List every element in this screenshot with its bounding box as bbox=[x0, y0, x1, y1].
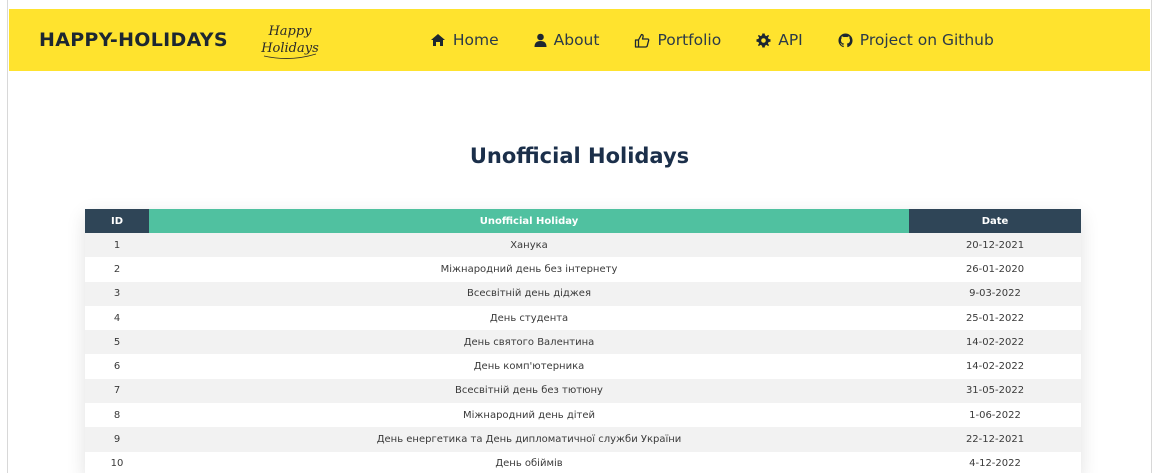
nav-home-label: Home bbox=[452, 31, 499, 49]
table-row: 8 Міжнародний день дітей 1-06-2022 bbox=[85, 403, 1081, 428]
cell-date: 14-02-2022 bbox=[909, 354, 1081, 379]
nav-links: Home About Portfolio API Project on Gith… bbox=[430, 31, 994, 49]
cell-holiday: День студента bbox=[149, 305, 909, 331]
cell-id: 6 bbox=[85, 354, 149, 379]
table-row: 10 День обіймів 4-12-2022 bbox=[85, 451, 1081, 473]
table-row: 1 Ханука 20-12-2021 bbox=[85, 233, 1081, 258]
gear-icon bbox=[756, 33, 771, 47]
table-row: 7 Всесвітній день без тютюну 31-05-2022 bbox=[85, 378, 1081, 404]
table-header-row: ID Unofficial Holiday Date bbox=[85, 209, 1081, 233]
table-body: 1 Ханука 20-12-2021 2 Міжнародний день без і… bbox=[85, 233, 1081, 473]
nav-home[interactable]: Home bbox=[430, 31, 499, 49]
cell-date: 20-12-2021 bbox=[909, 233, 1081, 258]
github-icon bbox=[838, 32, 853, 47]
thumbs-up-icon bbox=[635, 33, 650, 48]
cell-holiday: Міжнародний день дітей bbox=[149, 403, 909, 428]
nav-github-label: Project on Github bbox=[859, 31, 994, 49]
window-frame-right bbox=[1151, 0, 1159, 473]
cell-holiday: День комп'ютерника bbox=[149, 354, 909, 379]
column-header-date: Date bbox=[909, 209, 1081, 233]
holidays-table: ID Unofficial Holiday Date 1 Ханука 20-12-… bbox=[85, 209, 1081, 473]
table-row: 2 Міжнародний день без інтернету 26-01-202… bbox=[85, 257, 1081, 282]
cell-id: 1 bbox=[85, 233, 149, 258]
nav-about[interactable]: About bbox=[534, 31, 600, 49]
table-row: 3 Всесвітній день діджея 9-03-2022 bbox=[85, 281, 1081, 306]
user-icon bbox=[534, 33, 547, 47]
nav-github[interactable]: Project on Github bbox=[838, 31, 994, 49]
cell-id: 4 bbox=[85, 305, 149, 331]
nav-portfolio[interactable]: Portfolio bbox=[634, 31, 721, 49]
table-row: 9 День енергетика та День дипломатичної с… bbox=[85, 427, 1081, 452]
cell-holiday: День святого Валентина bbox=[149, 330, 909, 355]
cell-date: 1-06-2022 bbox=[909, 403, 1081, 428]
cell-id: 3 bbox=[85, 281, 149, 306]
cell-id: 10 bbox=[85, 451, 149, 473]
nav-portfolio-label: Portfolio bbox=[657, 31, 722, 49]
cell-date: 14-02-2022 bbox=[909, 330, 1081, 355]
nav-about-label: About bbox=[553, 31, 600, 49]
cell-holiday: Всесвітній день діджея bbox=[149, 281, 909, 306]
nav-api-label: API bbox=[778, 31, 803, 49]
cell-holiday: Міжнародний день без інтернету bbox=[149, 257, 909, 282]
cell-id: 8 bbox=[85, 403, 149, 428]
cell-holiday: Ханука bbox=[149, 233, 909, 258]
cell-holiday: Всесвітній день без тютюну bbox=[149, 378, 909, 404]
home-icon bbox=[430, 34, 445, 46]
cell-date: 31-05-2022 bbox=[909, 378, 1081, 404]
table-row: 4 День студента 25-01-2022 bbox=[85, 305, 1081, 331]
table-row: 5 День святого Валентина 14-02-2022 bbox=[85, 330, 1081, 355]
cell-id: 9 bbox=[85, 427, 149, 452]
column-header-holiday: Unofficial Holiday bbox=[149, 209, 909, 233]
cell-date: 25-01-2022 bbox=[909, 305, 1081, 331]
svg-text:Holidays: Holidays bbox=[260, 41, 319, 56]
brand-title[interactable]: HAPPY-HOLIDAYS bbox=[39, 29, 228, 51]
svg-text:Happy: Happy bbox=[267, 24, 312, 39]
happy-holidays-logo[interactable]: Happy Holidays bbox=[254, 18, 326, 62]
column-header-id: ID bbox=[85, 209, 149, 233]
cell-holiday: День енергетика та День дипломатичної сл… bbox=[149, 427, 909, 452]
cell-id: 2 bbox=[85, 257, 149, 282]
table-row: 6 День комп'ютерника 14-02-2022 bbox=[85, 354, 1081, 379]
cell-holiday: День обіймів bbox=[149, 451, 909, 473]
logo-script-icon: Happy Holidays bbox=[260, 24, 319, 59]
nav-api[interactable]: API bbox=[756, 31, 803, 49]
navbar: HAPPY-HOLIDAYS Happy Holidays Home About bbox=[9, 9, 1150, 71]
cell-date: 26-01-2020 bbox=[909, 257, 1081, 282]
cell-id: 7 bbox=[85, 378, 149, 404]
cell-id: 5 bbox=[85, 330, 149, 355]
page-title: Unofficial Holidays bbox=[469, 144, 690, 168]
cell-date: 4-12-2022 bbox=[909, 451, 1081, 473]
cell-date: 22-12-2021 bbox=[909, 427, 1081, 452]
holidays-table-container: ID Unofficial Holiday Date 1 Ханука 20-12-… bbox=[85, 209, 1081, 473]
window-frame-left bbox=[0, 0, 8, 473]
cell-date: 9-03-2022 bbox=[909, 281, 1081, 306]
